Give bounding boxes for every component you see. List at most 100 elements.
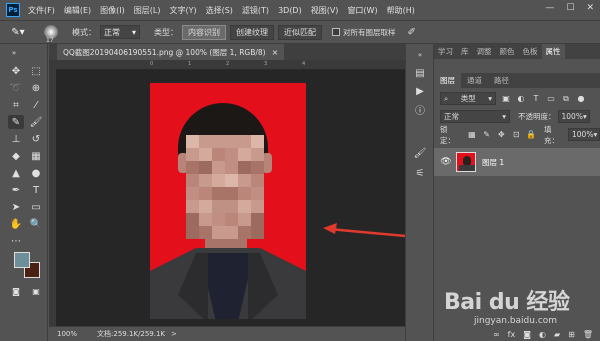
eye-icon[interactable]: 👁	[438, 157, 454, 167]
chevron-down-icon: ▾	[488, 94, 492, 103]
menu-3d[interactable]: 3D(D)	[278, 6, 302, 15]
crop-tool-icon[interactable]: ⌗	[8, 98, 24, 112]
move-tool-icon[interactable]: ✥	[8, 64, 24, 78]
sample-all-layers-label: 对所有图层取样	[343, 27, 396, 37]
layer-thumbnail	[456, 152, 476, 172]
fill-field[interactable]: 100% ▾	[568, 128, 600, 141]
brush-preset-picker[interactable]: 17	[44, 25, 58, 44]
quick-select-tool-icon[interactable]: ⊕	[28, 81, 44, 95]
menu-select[interactable]: 选择(S)	[206, 5, 233, 16]
tab-layers[interactable]: 图层	[434, 73, 461, 88]
filter-adjustment-icon[interactable]: ◐	[516, 94, 526, 104]
spot-healing-brush-tool-icon[interactable]: ✎	[8, 115, 24, 129]
lock-row: 锁定： ▦ ✎ ✥ ⊡ 🔒 填充： 100% ▾	[434, 125, 600, 145]
tab-color[interactable]: 颜色	[496, 44, 519, 59]
filter-toggle-icon[interactable]: ●	[576, 94, 586, 104]
collapse-icon[interactable]: «	[412, 48, 428, 62]
history-brush-tool-icon[interactable]: ↺	[28, 132, 44, 146]
lock-all-icon[interactable]: 🔒	[526, 130, 536, 140]
brush-tool-icon[interactable]: 🖌	[28, 115, 44, 129]
mosaic-pixel	[199, 148, 212, 161]
canvas-area[interactable]	[56, 70, 405, 326]
blend-mode-select[interactable]: 正常 ▾	[440, 110, 510, 123]
document-title: QQ截图20190406190551.png @ 100% (图层 1, RGB…	[63, 47, 266, 57]
filter-pixel-icon[interactable]: ▣	[501, 94, 511, 104]
close-window-button[interactable]: ✕	[586, 3, 594, 13]
more-tools-icon[interactable]: ⋯	[8, 234, 24, 248]
menu-bar: Ps 文件(F) 编辑(E) 图像(I) 图层(L) 文字(Y) 选择(S) 滤…	[0, 0, 600, 20]
hand-tool-icon[interactable]: ✋	[8, 217, 24, 231]
marquee-tool-icon[interactable]: ⬚	[28, 64, 44, 78]
mosaic-pixel	[212, 135, 225, 148]
menu-type[interactable]: 文字(Y)	[169, 5, 196, 16]
filter-smart-object-icon[interactable]: ⧉	[561, 94, 571, 104]
filter-type-icon[interactable]: T	[531, 94, 541, 104]
type-content-aware-button[interactable]: 内容识别	[182, 24, 226, 40]
layer-name[interactable]: 图层 1	[482, 157, 504, 168]
dodge-tool-icon[interactable]: ●	[28, 166, 44, 180]
mode-select[interactable]: 正常 ▾	[100, 25, 140, 39]
eyedropper-tool-icon[interactable]: ⁄	[28, 98, 44, 112]
lock-artboard-icon[interactable]: ⊡	[511, 130, 521, 140]
gradient-tool-icon[interactable]: ▦	[28, 149, 44, 163]
layer-filter-select[interactable]: ⌕ 类型 ▾	[440, 92, 496, 105]
type-create-texture-button[interactable]: 创建纹理	[230, 24, 274, 40]
menu-layer[interactable]: 图层(L)	[134, 5, 161, 16]
minimize-button[interactable]: —	[545, 3, 554, 13]
foreground-color-swatch[interactable]	[14, 252, 30, 268]
actions-panel-icon[interactable]: ▶	[412, 84, 428, 98]
tab-swatches[interactable]: 色板	[519, 44, 542, 59]
opacity-field[interactable]: 100% ▾	[557, 110, 590, 123]
zoom-tool-icon[interactable]: 🔍	[28, 217, 44, 231]
lock-position-icon[interactable]: ✥	[497, 130, 507, 140]
rectangle-tool-icon[interactable]: ▭	[28, 200, 44, 214]
filter-shape-icon[interactable]: ▭	[546, 94, 556, 104]
menu-edit[interactable]: 编辑(E)	[64, 5, 91, 16]
menu-help[interactable]: 帮助(H)	[387, 5, 415, 16]
tab-libraries[interactable]: 库	[457, 44, 473, 59]
document-tab-bar: QQ截图20190406190551.png @ 100% (图层 1, RGB…	[49, 44, 405, 60]
pen-tool-icon[interactable]: ✒	[8, 183, 24, 197]
type-tool-icon[interactable]: T	[28, 183, 44, 197]
clone-stamp-tool-icon[interactable]: ⊥	[8, 132, 24, 146]
status-menu-icon[interactable]: >	[171, 330, 177, 338]
window-controls: — ☐ ✕	[545, 3, 594, 13]
close-tab-icon[interactable]: ×	[272, 48, 279, 57]
tab-adjustments[interactable]: 调整	[473, 44, 496, 59]
tab-paths[interactable]: 路径	[488, 73, 515, 88]
pressure-icon[interactable]: ✐	[408, 27, 416, 38]
lock-transparent-icon[interactable]: ▦	[467, 130, 477, 140]
brush-panel-icon[interactable]: 🖌	[412, 146, 428, 160]
menu-file[interactable]: 文件(F)	[28, 5, 55, 16]
screen-mode-icon[interactable]: ▣	[28, 284, 44, 298]
menu-window[interactable]: 窗口(W)	[347, 5, 377, 16]
menu-filter[interactable]: 滤镜(T)	[242, 5, 269, 16]
zoom-level[interactable]: 100%	[57, 330, 77, 338]
mode-label: 模式：	[72, 27, 96, 37]
mosaic-pixel	[251, 200, 264, 213]
menu-image[interactable]: 图像(I)	[100, 5, 125, 16]
quick-mask-icon[interactable]: ◙	[8, 284, 24, 298]
spot-healing-brush-icon[interactable]: ✎▾	[8, 24, 28, 40]
tab-learn[interactable]: 学习	[434, 44, 457, 59]
path-select-tool-icon[interactable]: ➤	[8, 200, 24, 214]
menu-view[interactable]: 视图(V)	[311, 5, 339, 16]
mosaic-pixel	[212, 226, 225, 239]
brush-settings-icon[interactable]: ⚟	[412, 166, 428, 180]
info-panel-icon[interactable]: ⓘ	[412, 102, 428, 117]
status-bar: 100% 文档:259.1K/259.1K >	[49, 326, 405, 341]
eraser-tool-icon[interactable]: ◆	[8, 149, 24, 163]
mosaic-pixel	[186, 148, 199, 161]
lock-image-icon[interactable]: ✎	[482, 130, 492, 140]
tab-channels[interactable]: 通道	[461, 73, 488, 88]
tab-properties[interactable]: 属性	[541, 44, 565, 59]
history-panel-icon[interactable]: ▤	[412, 66, 428, 80]
sample-all-layers-checkbox[interactable]	[332, 28, 340, 36]
type-proximity-match-button[interactable]: 近似匹配	[278, 24, 322, 40]
collapse-icon[interactable]: »	[6, 46, 22, 60]
lasso-tool-icon[interactable]: ➰	[8, 81, 24, 95]
maximize-button[interactable]: ☐	[566, 3, 574, 13]
document-tab[interactable]: QQ截图20190406190551.png @ 100% (图层 1, RGB…	[57, 44, 285, 60]
layer-row[interactable]: 👁 图层 1	[434, 148, 600, 176]
blur-tool-icon[interactable]: ▲	[8, 166, 24, 180]
